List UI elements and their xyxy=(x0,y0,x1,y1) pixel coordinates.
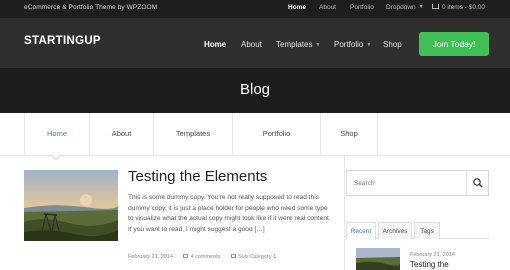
main-nav-templates-label: Templates xyxy=(276,40,313,49)
site-tagline: eCommerce & Portfolio Theme by WPZOOM xyxy=(24,4,158,11)
chevron-down-icon: ▼ xyxy=(315,42,321,48)
tab-archives[interactable]: Archives xyxy=(378,222,412,239)
cart-icon xyxy=(432,4,439,9)
top-nav-portfolio[interactable]: Portfolio xyxy=(350,4,374,11)
main-nav-portfolio-label: Portfolio xyxy=(334,40,364,49)
post-date: February 21, 2014 xyxy=(128,254,173,260)
tab-home[interactable]: Home xyxy=(24,113,89,155)
tab-shop[interactable]: Shop xyxy=(320,113,377,155)
top-nav-about[interactable]: About xyxy=(319,4,336,11)
top-nav-dropdown-label: Dropdown xyxy=(386,4,416,11)
folder-icon xyxy=(230,254,236,258)
tab-divider xyxy=(377,113,378,155)
tab-portfolio[interactable]: Portfolio xyxy=(232,113,320,155)
tab-recent[interactable]: Recent xyxy=(346,222,376,240)
active-tab-pointer-fill xyxy=(52,155,60,159)
landscape-image xyxy=(356,248,400,270)
post-excerpt: This is some dummy copy. You're not real… xyxy=(128,194,331,233)
join-today-button[interactable]: Join Today! xyxy=(419,32,489,56)
main-nav-shop[interactable]: Shop xyxy=(383,40,402,49)
recent-post-thumbnail[interactable] xyxy=(356,248,400,270)
tab-templates[interactable]: Templates xyxy=(153,113,232,155)
site-header: STARTINGUP Home About Templates ▼ Portfol… xyxy=(0,18,510,68)
post-thumbnail[interactable] xyxy=(24,170,118,241)
top-utility-bar: eCommerce & Portfolio Theme by WPZOOM Ho… xyxy=(0,0,510,18)
cart-link[interactable]: 0 items - $0.00 xyxy=(432,4,485,11)
search-input[interactable] xyxy=(347,171,467,195)
main-nav-templates[interactable]: Templates ▼ xyxy=(276,40,320,49)
post-comments-label: 4 comments xyxy=(190,254,221,260)
tab-tags[interactable]: Tags xyxy=(414,222,440,239)
main-nav-home[interactable]: Home xyxy=(204,40,226,49)
tab-about[interactable]: About xyxy=(89,113,153,155)
page-hero: Blog xyxy=(0,68,510,113)
post-category[interactable]: Sub Category 1 xyxy=(230,254,277,260)
search-box[interactable] xyxy=(346,170,489,196)
comment-icon xyxy=(183,254,189,258)
post-title[interactable]: Testing the Elements xyxy=(128,168,267,185)
main-nav-about[interactable]: About xyxy=(241,40,262,49)
post-category-label: Sub Category 1 xyxy=(237,254,277,260)
page-title: Blog xyxy=(239,81,271,98)
search-icon xyxy=(473,178,483,188)
site-logo[interactable]: STARTINGUP xyxy=(24,35,101,47)
top-nav-dropdown[interactable]: Dropdown ▼ xyxy=(386,4,424,11)
post-meta: February 21, 2014 4 comments Sub Categor… xyxy=(128,254,285,260)
cart-summary: 0 items - $0.00 xyxy=(442,4,485,11)
chevron-down-icon: ▼ xyxy=(418,4,424,10)
sub-navigation: Home About Templates Portfolio Shop xyxy=(0,113,510,156)
recent-post-title[interactable]: Testing the xyxy=(410,260,449,269)
recent-post-date: February 21, 2014 xyxy=(410,252,455,258)
main-nav-portfolio[interactable]: Portfolio ▼ xyxy=(334,40,371,49)
post-comments[interactable]: 4 comments xyxy=(183,254,220,260)
search-button[interactable] xyxy=(466,171,488,195)
landscape-image xyxy=(24,170,118,241)
column-divider xyxy=(344,156,345,270)
chevron-down-icon: ▼ xyxy=(366,42,372,48)
top-nav-home[interactable]: Home xyxy=(288,4,306,11)
sidebar-tabs: Recent Archives Tags xyxy=(346,222,489,240)
